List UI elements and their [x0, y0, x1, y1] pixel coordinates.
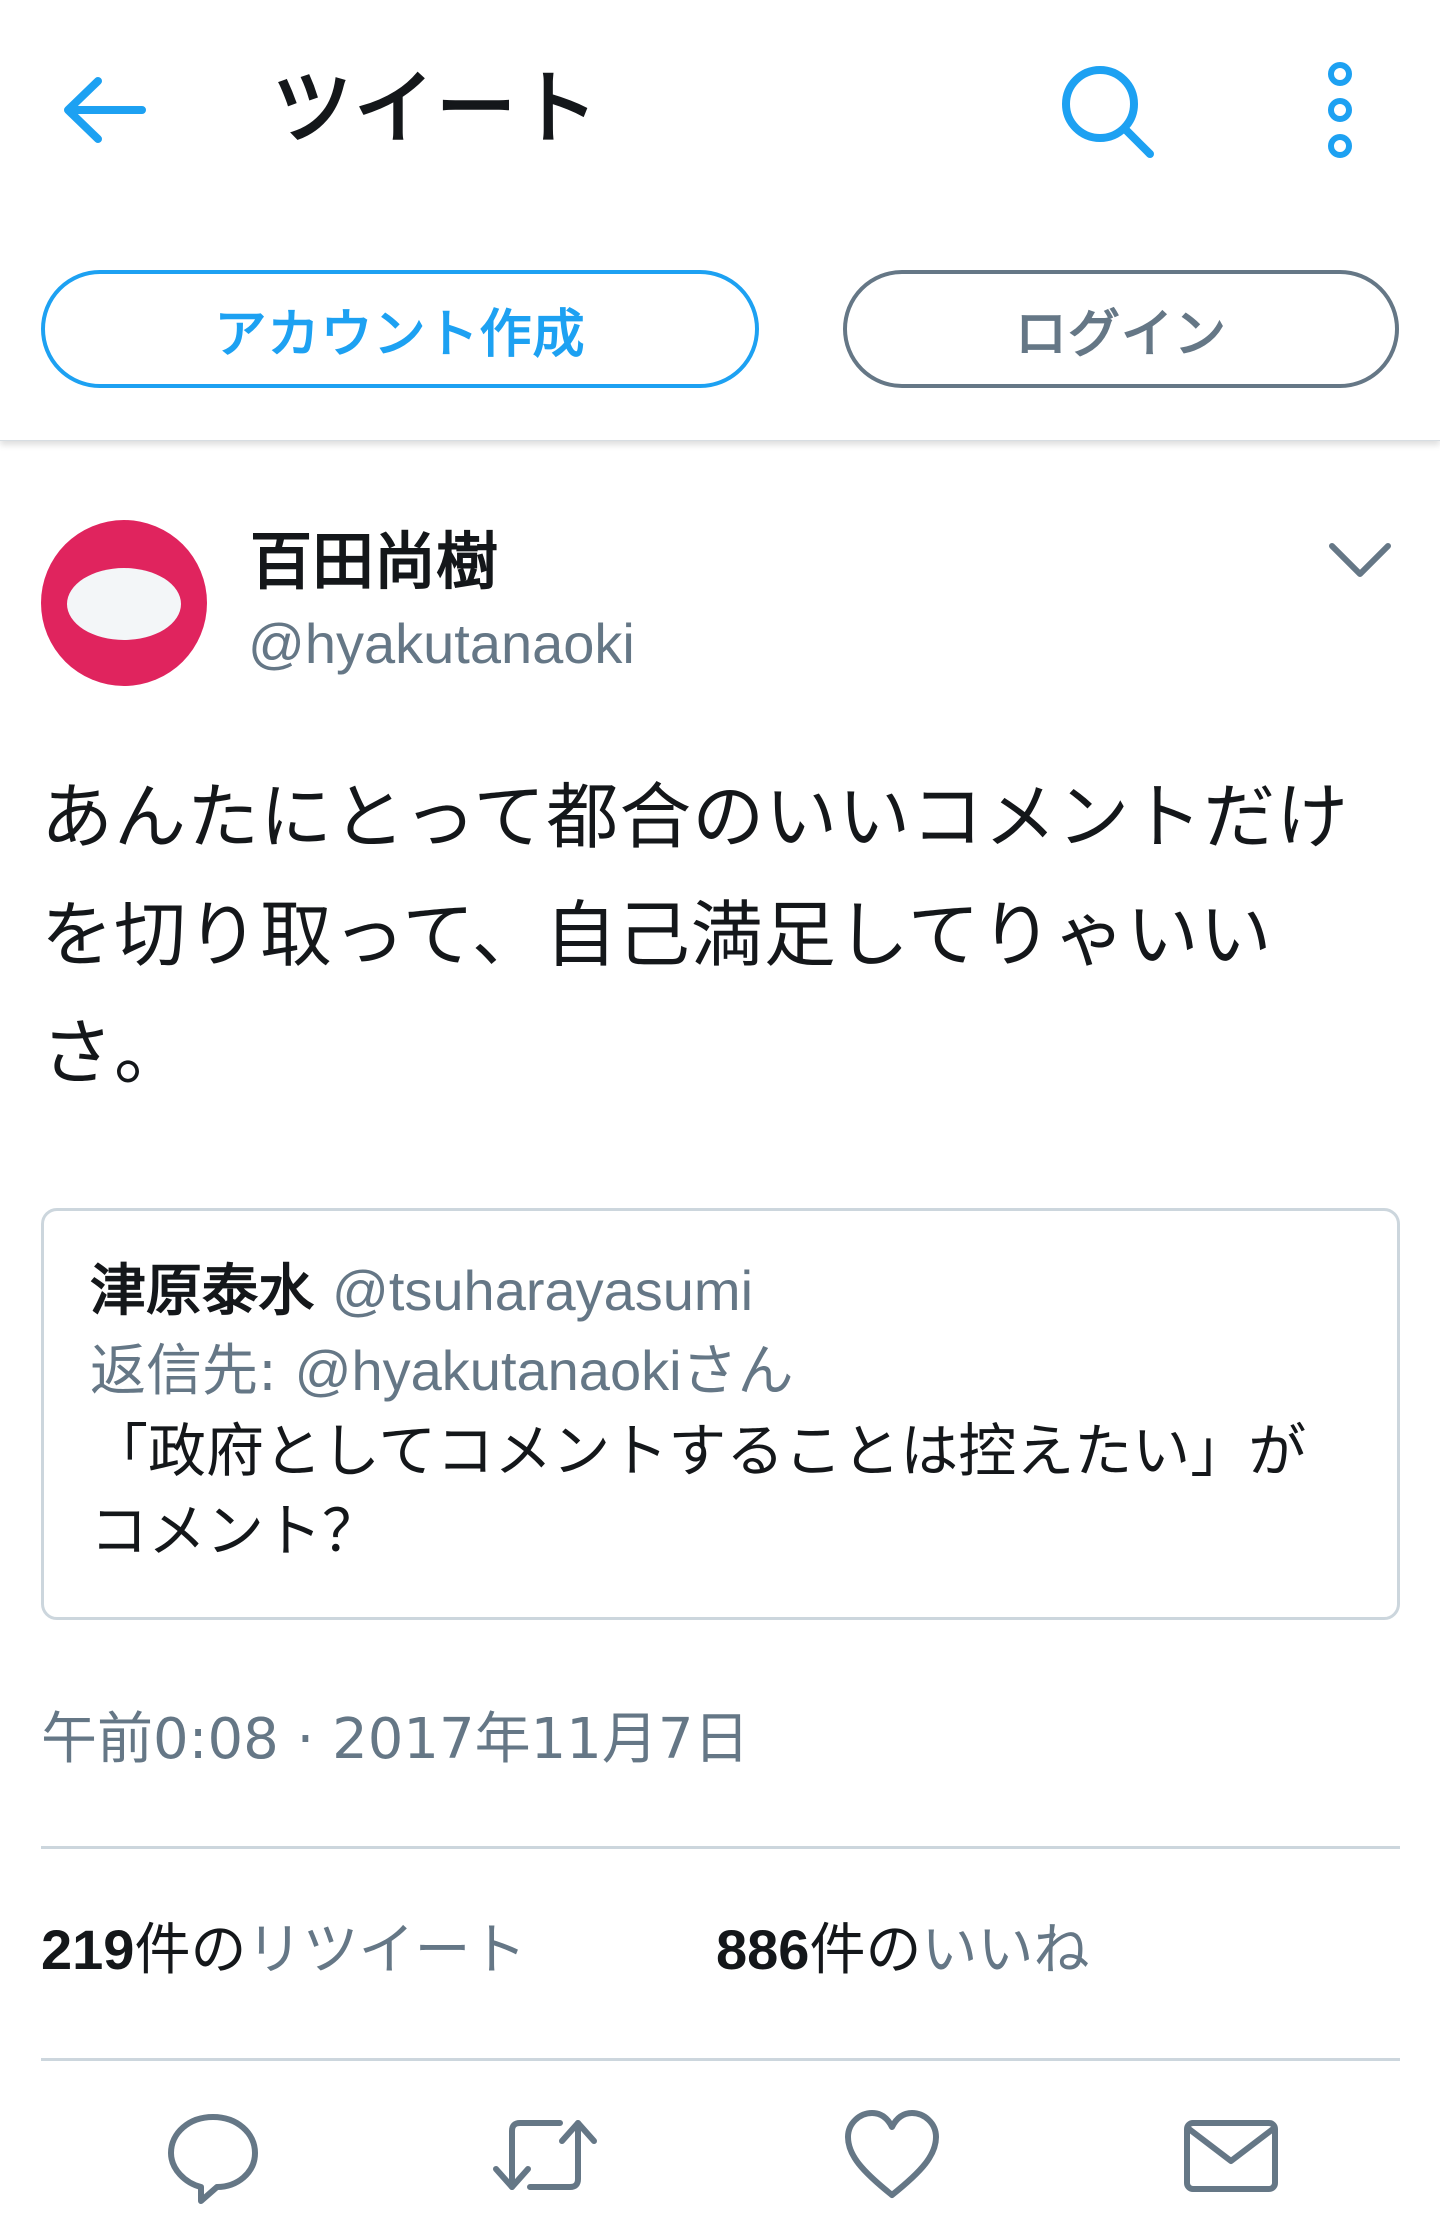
top-app-bar: ツイート アカウント作成 ログイン — [0, 0, 1440, 441]
create-account-button[interactable]: アカウント作成 — [41, 270, 759, 388]
heart-icon — [845, 2110, 939, 2198]
reply-to-prefix: 返信先: — [90, 1339, 295, 1404]
reply-icon — [168, 2114, 258, 2204]
retweet-count[interactable]: 219件のリツイート — [41, 1910, 526, 1991]
quoted-author: 津原泰水 @tsuharayasumi — [90, 1251, 753, 1332]
envelope-icon — [1184, 2120, 1278, 2192]
reply-to-line: 返信先: @hyakutanaokiさん — [90, 1331, 794, 1412]
reply-to-handle: @hyakutanaoki — [294, 1339, 682, 1402]
search-button[interactable] — [1054, 58, 1158, 162]
divider — [41, 1846, 1400, 1849]
more-options-button[interactable] — [1300, 58, 1380, 162]
search-icon — [1062, 66, 1154, 158]
reply-to-suffix: さん — [681, 1339, 794, 1404]
like-count-number: 886 — [716, 1918, 810, 1981]
author-handle[interactable]: @hyakutanaoki — [248, 606, 635, 682]
quoted-author-name: 津原泰水 — [90, 1259, 314, 1324]
divider — [41, 2058, 1400, 2061]
like-count-label: いいね — [921, 1918, 1090, 1983]
back-button[interactable] — [58, 68, 150, 152]
login-button[interactable]: ログイン — [843, 270, 1399, 388]
direct-message-button[interactable] — [1176, 2100, 1286, 2210]
retweet-count-label: リツイート — [246, 1918, 527, 1983]
retweet-count-number: 219 — [41, 1918, 135, 1981]
chevron-down-icon — [1329, 543, 1391, 577]
retweet-icon — [493, 2120, 597, 2190]
vertical-dots-icon — [1328, 62, 1352, 158]
retweet-count-unit: 件の — [134, 1918, 247, 1983]
retweet-button[interactable] — [490, 2100, 600, 2210]
quoted-tweet-text: 「政府としてコメントすることは控えたい」がコメント？ — [90, 1417, 1307, 1565]
page-title: ツイート — [272, 62, 600, 155]
like-button[interactable] — [837, 2100, 947, 2210]
tweet-timestamp: 午前0:08 · 2017年11月7日 — [41, 1707, 750, 1772]
quoted-author-handle: @tsuharayasumi — [332, 1259, 754, 1322]
tweet-text: あんたにとって都合のいいコメントだけを切り取って、自己満足してりゃいいさ。 — [41, 775, 1350, 1095]
tweet-menu-button[interactable] — [1320, 530, 1400, 590]
arrow-left-icon — [64, 77, 146, 143]
like-count-unit: 件の — [809, 1918, 922, 1983]
like-count[interactable]: 886件のいいね — [716, 1910, 1089, 1991]
quoted-tweet[interactable]: 津原泰水 @tsuharayasumi 返信先: @hyakutanaokiさん … — [41, 1208, 1400, 1620]
reply-button[interactable] — [158, 2100, 268, 2210]
author-name[interactable]: 百田尚樹 — [250, 522, 498, 602]
avatar[interactable] — [41, 520, 207, 686]
